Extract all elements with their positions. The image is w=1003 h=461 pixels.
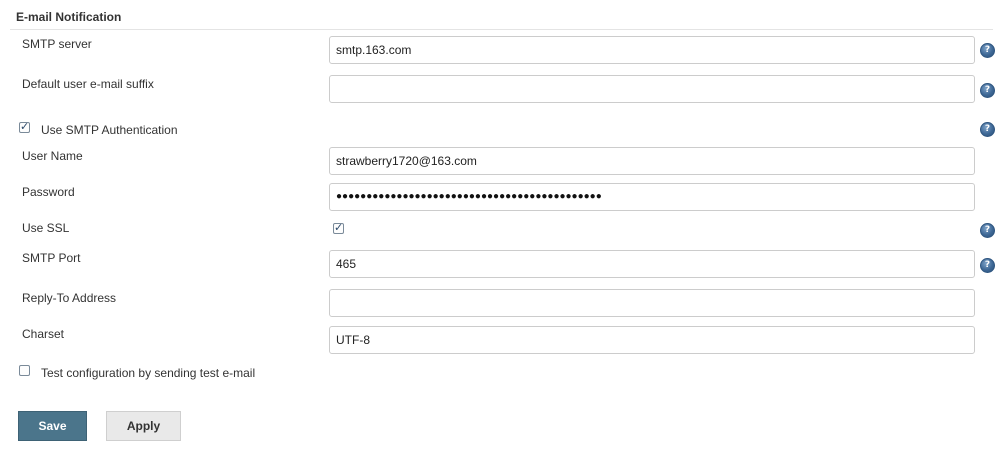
email-suffix-input[interactable] bbox=[329, 75, 975, 103]
smtp-port-input[interactable]: 465 bbox=[329, 250, 975, 278]
user-name-input[interactable]: strawberry1720@163.com bbox=[329, 147, 975, 175]
test-config-label[interactable]: Test configuration by sending test e-mai… bbox=[41, 366, 255, 380]
test-config-checkbox[interactable] bbox=[19, 365, 30, 376]
charset-label: Charset bbox=[22, 327, 65, 341]
charset-input[interactable]: UTF-8 bbox=[329, 326, 975, 354]
use-ssl-label: Use SSL bbox=[22, 221, 70, 235]
password-label: Password bbox=[22, 185, 75, 199]
section-title: E-mail Notification bbox=[16, 10, 122, 24]
user-name-label: User Name bbox=[22, 149, 83, 163]
section-divider bbox=[10, 29, 993, 30]
checkmark-icon: ✓ bbox=[334, 221, 344, 234]
help-icon[interactable]: ? bbox=[980, 122, 995, 137]
checkmark-icon: ✓ bbox=[20, 120, 30, 133]
email-suffix-label: Default user e-mail suffix bbox=[22, 77, 154, 91]
help-icon[interactable]: ? bbox=[980, 83, 995, 98]
apply-button[interactable]: Apply bbox=[106, 411, 181, 441]
help-icon[interactable]: ? bbox=[980, 43, 995, 58]
smtp-auth-checkbox[interactable]: ✓ bbox=[19, 120, 30, 133]
help-icon[interactable]: ? bbox=[980, 223, 995, 238]
help-icon[interactable]: ? bbox=[980, 258, 995, 273]
smtp-server-input[interactable]: smtp.163.com bbox=[329, 36, 975, 64]
save-button[interactable]: Save bbox=[18, 411, 87, 441]
reply-to-input[interactable] bbox=[329, 289, 975, 317]
smtp-port-label: SMTP Port bbox=[22, 251, 81, 265]
smtp-server-label: SMTP server bbox=[22, 37, 92, 51]
reply-to-label: Reply-To Address bbox=[22, 291, 117, 305]
smtp-auth-label[interactable]: Use SMTP Authentication bbox=[41, 123, 178, 137]
password-input[interactable]: ●●●●●●●●●●●●●●●●●●●●●●●●●●●●●●●●●●●●●●●●… bbox=[329, 183, 975, 211]
use-ssl-checkbox[interactable]: ✓ bbox=[333, 221, 344, 234]
